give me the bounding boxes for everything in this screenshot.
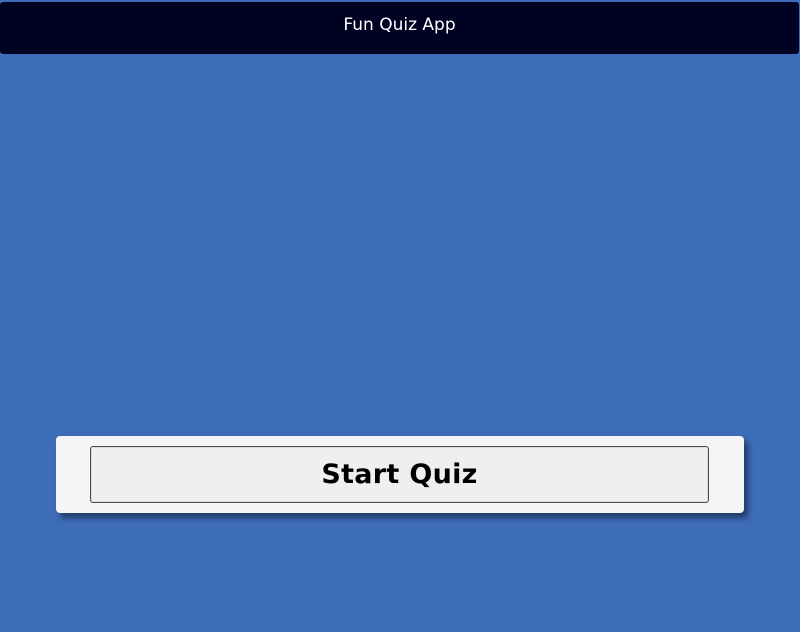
start-panel: Start Quiz bbox=[56, 436, 744, 513]
app-header: Fun Quiz App bbox=[0, 2, 799, 54]
app-title: Fun Quiz App bbox=[343, 15, 456, 35]
start-quiz-button[interactable]: Start Quiz bbox=[90, 446, 709, 503]
